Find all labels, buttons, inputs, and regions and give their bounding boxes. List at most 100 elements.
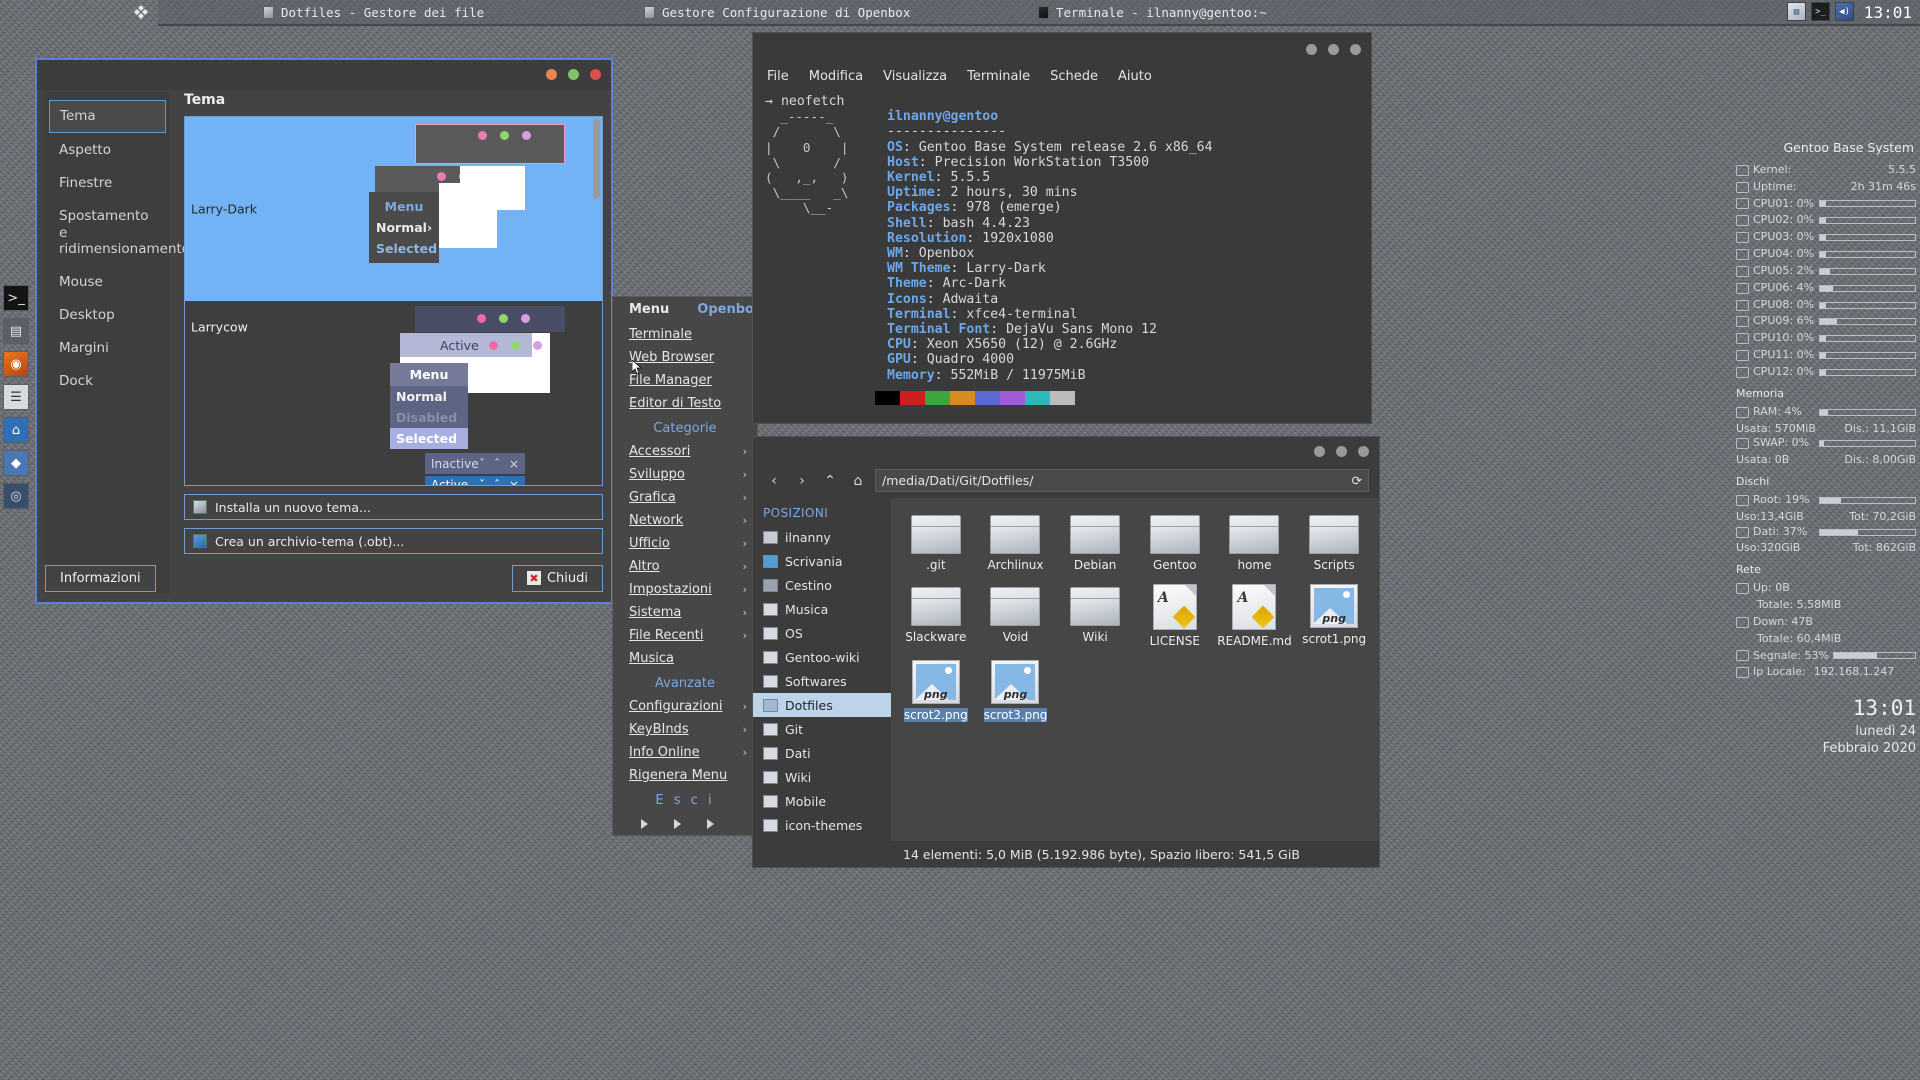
menu-item-keybinds[interactable]: KeyBInds ›: [613, 718, 757, 741]
menu-item-network[interactable]: Network ›: [613, 509, 757, 532]
close-button[interactable]: [1350, 44, 1361, 55]
menu-item-ufficio[interactable]: Ufficio ›: [613, 532, 757, 555]
place-softwares[interactable]: Softwares: [753, 669, 891, 693]
file-item-wiki[interactable]: Wiki: [1056, 580, 1134, 652]
file-item-archlinux[interactable]: Archlinux: [977, 508, 1055, 576]
menu-item-editor-testo[interactable]: Editor di Testo: [613, 392, 757, 415]
menu-item-accessori[interactable]: Accessori ›: [613, 440, 757, 463]
menu-item-info-online[interactable]: Info Online ›: [613, 741, 757, 764]
path-input[interactable]: /media/Dati/Git/Dotfiles/ ⟳: [875, 469, 1369, 492]
close-button[interactable]: [1358, 446, 1369, 457]
menu-item-terminale[interactable]: Terminale: [613, 323, 757, 346]
menu-item-file-recenti[interactable]: File Recenti ›: [613, 624, 757, 647]
file-item-void[interactable]: Void: [977, 580, 1055, 652]
home-button[interactable]: ⌂: [847, 470, 869, 492]
minimize-button[interactable]: [1314, 446, 1325, 457]
dock-target-icon[interactable]: ◎: [3, 483, 29, 509]
menu-visualizza[interactable]: Visualizza: [883, 69, 947, 84]
dock-box-icon[interactable]: ◆: [3, 450, 29, 476]
place-cestino[interactable]: Cestino: [753, 573, 891, 597]
taskbar-task-openbox[interactable]: Gestore Configurazione di Openbox: [644, 5, 910, 20]
maximize-button[interactable]: [568, 69, 579, 80]
file-item-readme[interactable]: A README.md: [1216, 580, 1294, 652]
theme-row-larry-dark[interactable]: Larry-Dark Menu Normal › Selected: [185, 117, 602, 301]
dock-firefox-icon[interactable]: ◉: [3, 351, 29, 377]
place-ilnanny[interactable]: ilnanny: [753, 525, 891, 549]
place-wiki[interactable]: Wiki: [753, 765, 891, 789]
sidebar-item-spostamento[interactable]: Spostamento e ridimensionamento: [49, 201, 190, 266]
tray-terminal-icon[interactable]: >_: [1811, 2, 1830, 21]
menu-item-rigenera-menu[interactable]: Rigenera Menu: [613, 764, 757, 787]
menu-item-musica[interactable]: Musica: [613, 647, 757, 670]
place-gentoo-wiki[interactable]: Gentoo-wiki: [753, 645, 891, 669]
file-view[interactable]: .git Archlinux Debian Gentoo home Script…: [891, 498, 1379, 866]
file-item-gentoo[interactable]: Gentoo: [1136, 508, 1214, 576]
file-item-scrot2[interactable]: png scrot2.png: [897, 656, 975, 726]
create-theme-archive-button[interactable]: Crea un archivio-tema (.obt)...: [184, 528, 603, 554]
sidebar-item-finestre[interactable]: Finestre: [49, 168, 166, 199]
file-item-scrot3[interactable]: png scrot3.png: [977, 656, 1055, 726]
menu-item-grafica[interactable]: Grafica ›: [613, 486, 757, 509]
maximize-button[interactable]: [1328, 44, 1339, 55]
theme-row-larrycow[interactable]: Larrycow Active Menu Normal Disabled Sel…: [185, 301, 602, 485]
file-item-license[interactable]: A LICENSE: [1136, 580, 1214, 652]
maximize-button[interactable]: [1336, 446, 1347, 457]
place-musica[interactable]: Musica: [753, 597, 891, 621]
taskbar-task-dotfiles[interactable]: Dotfiles - Gestore dei file: [263, 5, 484, 20]
place-os[interactable]: OS: [753, 621, 891, 645]
back-button[interactable]: ‹: [763, 470, 785, 492]
file-item-home[interactable]: home: [1216, 508, 1294, 576]
sidebar-item-tema[interactable]: Tema: [49, 100, 166, 133]
place-dati[interactable]: Dati: [753, 741, 891, 765]
info-button[interactable]: Informazioni: [45, 564, 156, 592]
up-button[interactable]: ⌃: [819, 470, 841, 492]
dock-home-icon[interactable]: ⌂: [3, 417, 29, 443]
sidebar-item-mouse[interactable]: Mouse: [49, 267, 166, 298]
place-git[interactable]: Git: [753, 717, 891, 741]
menu-item-configurazioni[interactable]: Configurazioni ›: [613, 695, 757, 718]
tray-app-icon[interactable]: ▤: [1787, 2, 1806, 21]
file-manager-titlebar[interactable]: [753, 437, 1379, 465]
close-button[interactable]: ✖ Chiudi: [511, 564, 603, 592]
tray-volume-icon[interactable]: ◀): [1835, 2, 1854, 21]
menu-item-sistema[interactable]: Sistema ›: [613, 601, 757, 624]
openbox-config-titlebar[interactable]: [37, 60, 611, 90]
theme-list[interactable]: Larry-Dark Menu Normal › Selected Larryc…: [184, 116, 603, 486]
file-item-scripts[interactable]: Scripts: [1295, 508, 1373, 576]
menu-modifica[interactable]: Modifica: [809, 69, 863, 84]
place-dotfiles[interactable]: Dotfiles: [753, 693, 891, 717]
terminal-titlebar[interactable]: [753, 33, 1371, 66]
place-mobile[interactable]: Mobile: [753, 789, 891, 813]
dock-list-icon[interactable]: ☰: [3, 384, 29, 410]
close-button[interactable]: [590, 69, 601, 80]
taskbar-task-terminal[interactable]: Terminale - ilnanny@gentoo:~: [1038, 5, 1267, 20]
minimize-button[interactable]: [546, 69, 557, 80]
menu-item-esci[interactable]: E s c i: [613, 787, 757, 814]
forward-button[interactable]: ›: [791, 470, 813, 492]
terminal-content[interactable]: → neofetch _-----_ / \ | 0 | \ / ( ,_, )…: [753, 90, 1371, 420]
file-item-slackware[interactable]: Slackware: [897, 580, 975, 652]
dock-files-icon[interactable]: ▤: [3, 318, 29, 344]
sidebar-item-desktop[interactable]: Desktop: [49, 300, 166, 331]
sidebar-item-margini[interactable]: Margini: [49, 333, 166, 364]
menu-schede[interactable]: Schede: [1050, 69, 1098, 84]
menu-item-sviluppo[interactable]: Sviluppo ›: [613, 463, 757, 486]
install-theme-button[interactable]: Installa un nuovo tema...: [184, 494, 603, 520]
file-item-scrot1[interactable]: png scrot1.png: [1295, 580, 1373, 652]
dock-terminal-icon[interactable]: >_: [3, 285, 29, 311]
disk-icon: [1736, 494, 1749, 506]
menu-aiuto[interactable]: Aiuto: [1118, 69, 1152, 84]
minimize-button[interactable]: [1306, 44, 1317, 55]
menu-terminale[interactable]: Terminale: [967, 69, 1030, 84]
menu-item-altro[interactable]: Altro ›: [613, 555, 757, 578]
file-item-debian[interactable]: Debian: [1056, 508, 1134, 576]
menu-item-impostazioni[interactable]: Impostazioni ›: [613, 578, 757, 601]
theme-list-scrollbar[interactable]: [593, 119, 600, 199]
reload-icon[interactable]: ⟳: [1352, 473, 1362, 488]
menu-file[interactable]: File: [767, 69, 789, 84]
file-item-git[interactable]: .git: [897, 508, 975, 576]
sidebar-item-dock[interactable]: Dock: [49, 366, 166, 397]
place-scrivania[interactable]: Scrivania: [753, 549, 891, 573]
place-icon-themes[interactable]: icon-themes: [753, 813, 891, 837]
sidebar-item-aspetto[interactable]: Aspetto: [49, 135, 166, 166]
